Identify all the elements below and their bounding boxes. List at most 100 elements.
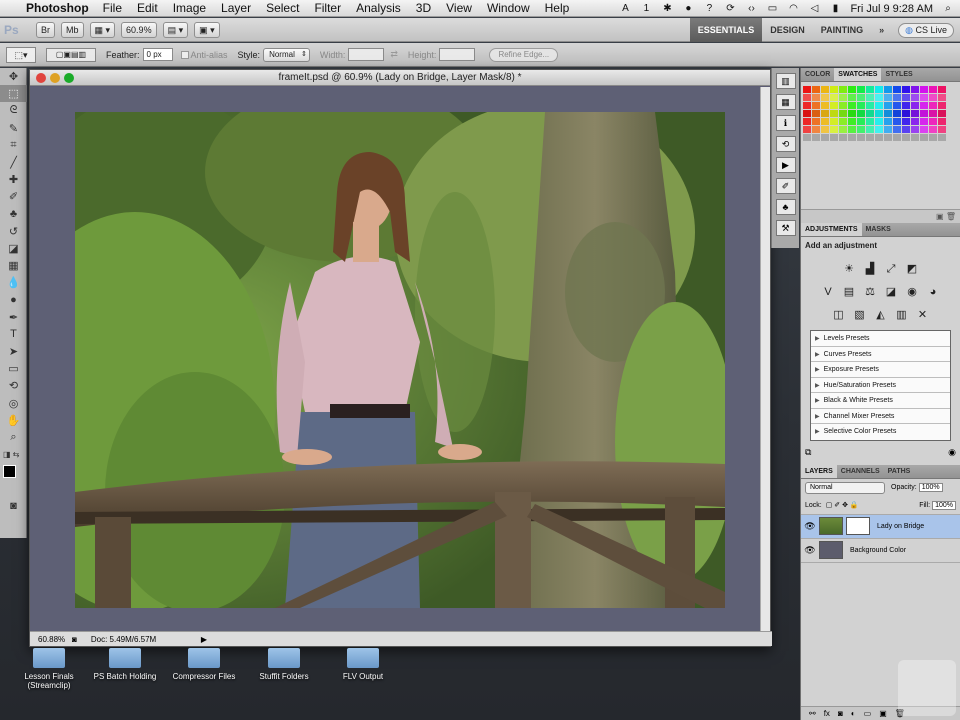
menu-help[interactable]: Help (545, 1, 570, 15)
clock[interactable]: Fri Jul 9 9:28 AM (850, 3, 933, 15)
curves-icon[interactable]: ⤢ (883, 261, 899, 277)
swatch[interactable] (893, 94, 901, 101)
close-window-icon[interactable] (36, 73, 46, 83)
default-colors-icon[interactable]: ◨ ⇆ (0, 446, 27, 463)
zoom-percentage-field[interactable]: 60.88% (30, 635, 68, 644)
swatch[interactable] (920, 110, 928, 117)
info-panel-icon[interactable]: ℹ (775, 115, 796, 131)
swatch[interactable] (929, 126, 937, 133)
tool-presets-panel-icon[interactable]: ⚒ (775, 220, 796, 236)
swatch[interactable] (911, 118, 919, 125)
fill-input[interactable]: 100% (932, 500, 956, 510)
swatch-grid[interactable] (801, 82, 960, 145)
tool-preset-picker[interactable]: ⬚▾ (6, 46, 36, 63)
document-title-bar[interactable]: frameIt.psd @ 60.9% (Lady on Bridge, Lay… (30, 70, 770, 86)
swatch[interactable] (839, 110, 847, 117)
spotlight-icon[interactable]: ⌕ (942, 3, 954, 14)
menu-3d[interactable]: 3D (416, 1, 431, 15)
swatch[interactable] (884, 126, 892, 133)
swatch[interactable] (911, 102, 919, 109)
swatch[interactable] (839, 94, 847, 101)
vibrance-icon[interactable]: V (820, 284, 836, 300)
swatch[interactable] (884, 134, 892, 141)
hand-tool-icon[interactable]: ✋ (0, 412, 27, 429)
swatch[interactable] (830, 110, 838, 117)
swatch[interactable] (803, 86, 811, 93)
shape-tool-icon[interactable]: ▭ (0, 360, 27, 377)
swatch[interactable] (884, 118, 892, 125)
blur-tool-icon[interactable]: 💧 (0, 274, 27, 291)
view-extras-button[interactable]: ▦ ▾ (89, 21, 116, 38)
swatch[interactable] (875, 94, 883, 101)
menu-edit[interactable]: Edit (137, 1, 158, 15)
swatch[interactable] (902, 118, 910, 125)
move-tool-icon[interactable]: ✥ (0, 68, 27, 85)
preset-channel-mixer[interactable]: ▶ Channel Mixer Presets (811, 409, 950, 424)
swatch[interactable] (857, 110, 865, 117)
swatch[interactable] (821, 110, 829, 117)
help-icon[interactable]: ? (703, 3, 715, 14)
swatch[interactable] (911, 86, 919, 93)
swatch[interactable] (866, 134, 874, 141)
vertical-scrollbar[interactable] (760, 87, 770, 631)
lock-icons[interactable]: ▢ ✐ ✥ 🔒 (826, 501, 859, 509)
swatch[interactable] (893, 110, 901, 117)
swatch[interactable] (857, 86, 865, 93)
swatch[interactable] (911, 126, 919, 133)
swatch[interactable] (821, 126, 829, 133)
swatch[interactable] (893, 102, 901, 109)
sync-icon[interactable]: ⟳ (724, 3, 736, 14)
swatch[interactable] (929, 118, 937, 125)
menu-file[interactable]: File (103, 1, 122, 15)
swatch[interactable] (884, 86, 892, 93)
swatch[interactable] (866, 110, 874, 117)
record-icon[interactable]: ● (682, 3, 694, 14)
eraser-tool-icon[interactable]: ◪ (0, 240, 27, 257)
visibility-eye-icon[interactable]: 👁 (801, 521, 819, 532)
swatch[interactable] (812, 102, 820, 109)
workspace-design[interactable]: DESIGN (762, 18, 813, 42)
clone-stamp-tool-icon[interactable]: ♣ (0, 206, 27, 223)
marquee-tool-icon[interactable]: ⬚ (0, 85, 27, 103)
bluetooth-icon[interactable]: ✱ (661, 3, 673, 14)
history-panel-icon[interactable]: ⟲ (775, 136, 796, 152)
swatch[interactable] (866, 94, 874, 101)
swatch[interactable] (938, 118, 946, 125)
channel-mixer-icon[interactable]: ◕ (925, 284, 941, 300)
menu-window[interactable]: Window (487, 1, 530, 15)
desktop-folder[interactable]: FLV Output (328, 648, 398, 681)
swatch[interactable] (875, 134, 883, 141)
tab-paths[interactable]: PATHS (884, 465, 915, 478)
preset-black-white[interactable]: ▶ Black & White Presets (811, 393, 950, 409)
arrange-documents-button[interactable]: ▤ ▾ (162, 21, 189, 38)
menu-analysis[interactable]: Analysis (356, 1, 401, 15)
swatch[interactable] (830, 118, 838, 125)
layer-row-lady-on-bridge[interactable]: 👁 Lady on Bridge (801, 514, 960, 539)
photo-lady-on-bridge[interactable] (75, 112, 725, 608)
tab-color[interactable]: COLOR (801, 68, 834, 81)
preset-levels[interactable]: ▶ Levels Presets (811, 331, 950, 347)
swatch[interactable] (920, 118, 928, 125)
hue-saturation-icon[interactable]: ▤ (841, 284, 857, 300)
swatch[interactable] (803, 126, 811, 133)
type-tool-icon[interactable]: T (0, 326, 27, 343)
desktop-folder[interactable]: PS Batch Holding (90, 648, 160, 681)
swatch[interactable] (830, 126, 838, 133)
history-brush-tool-icon[interactable]: ↺ (0, 223, 27, 240)
actions-panel-icon[interactable]: ▶ (775, 157, 796, 173)
workspace-painting[interactable]: PAINTING (813, 18, 871, 42)
swatch[interactable] (938, 110, 946, 117)
swatch[interactable] (830, 86, 838, 93)
swatch[interactable] (803, 118, 811, 125)
status-menu-arrow-icon[interactable]: ▶ (201, 635, 207, 644)
swatch[interactable] (893, 86, 901, 93)
swatch[interactable] (884, 94, 892, 101)
histogram-panel-icon[interactable]: ▥ (775, 73, 796, 89)
zoom-tool-icon[interactable]: ⌕ (0, 429, 27, 446)
invert-icon[interactable]: ◫ (831, 307, 847, 323)
swatch[interactable] (857, 118, 865, 125)
swatch[interactable] (857, 94, 865, 101)
black-white-icon[interactable]: ◪ (883, 284, 899, 300)
swatch[interactable] (812, 118, 820, 125)
desktop-folder[interactable]: Lesson Finals (Streamclip) (14, 648, 84, 690)
